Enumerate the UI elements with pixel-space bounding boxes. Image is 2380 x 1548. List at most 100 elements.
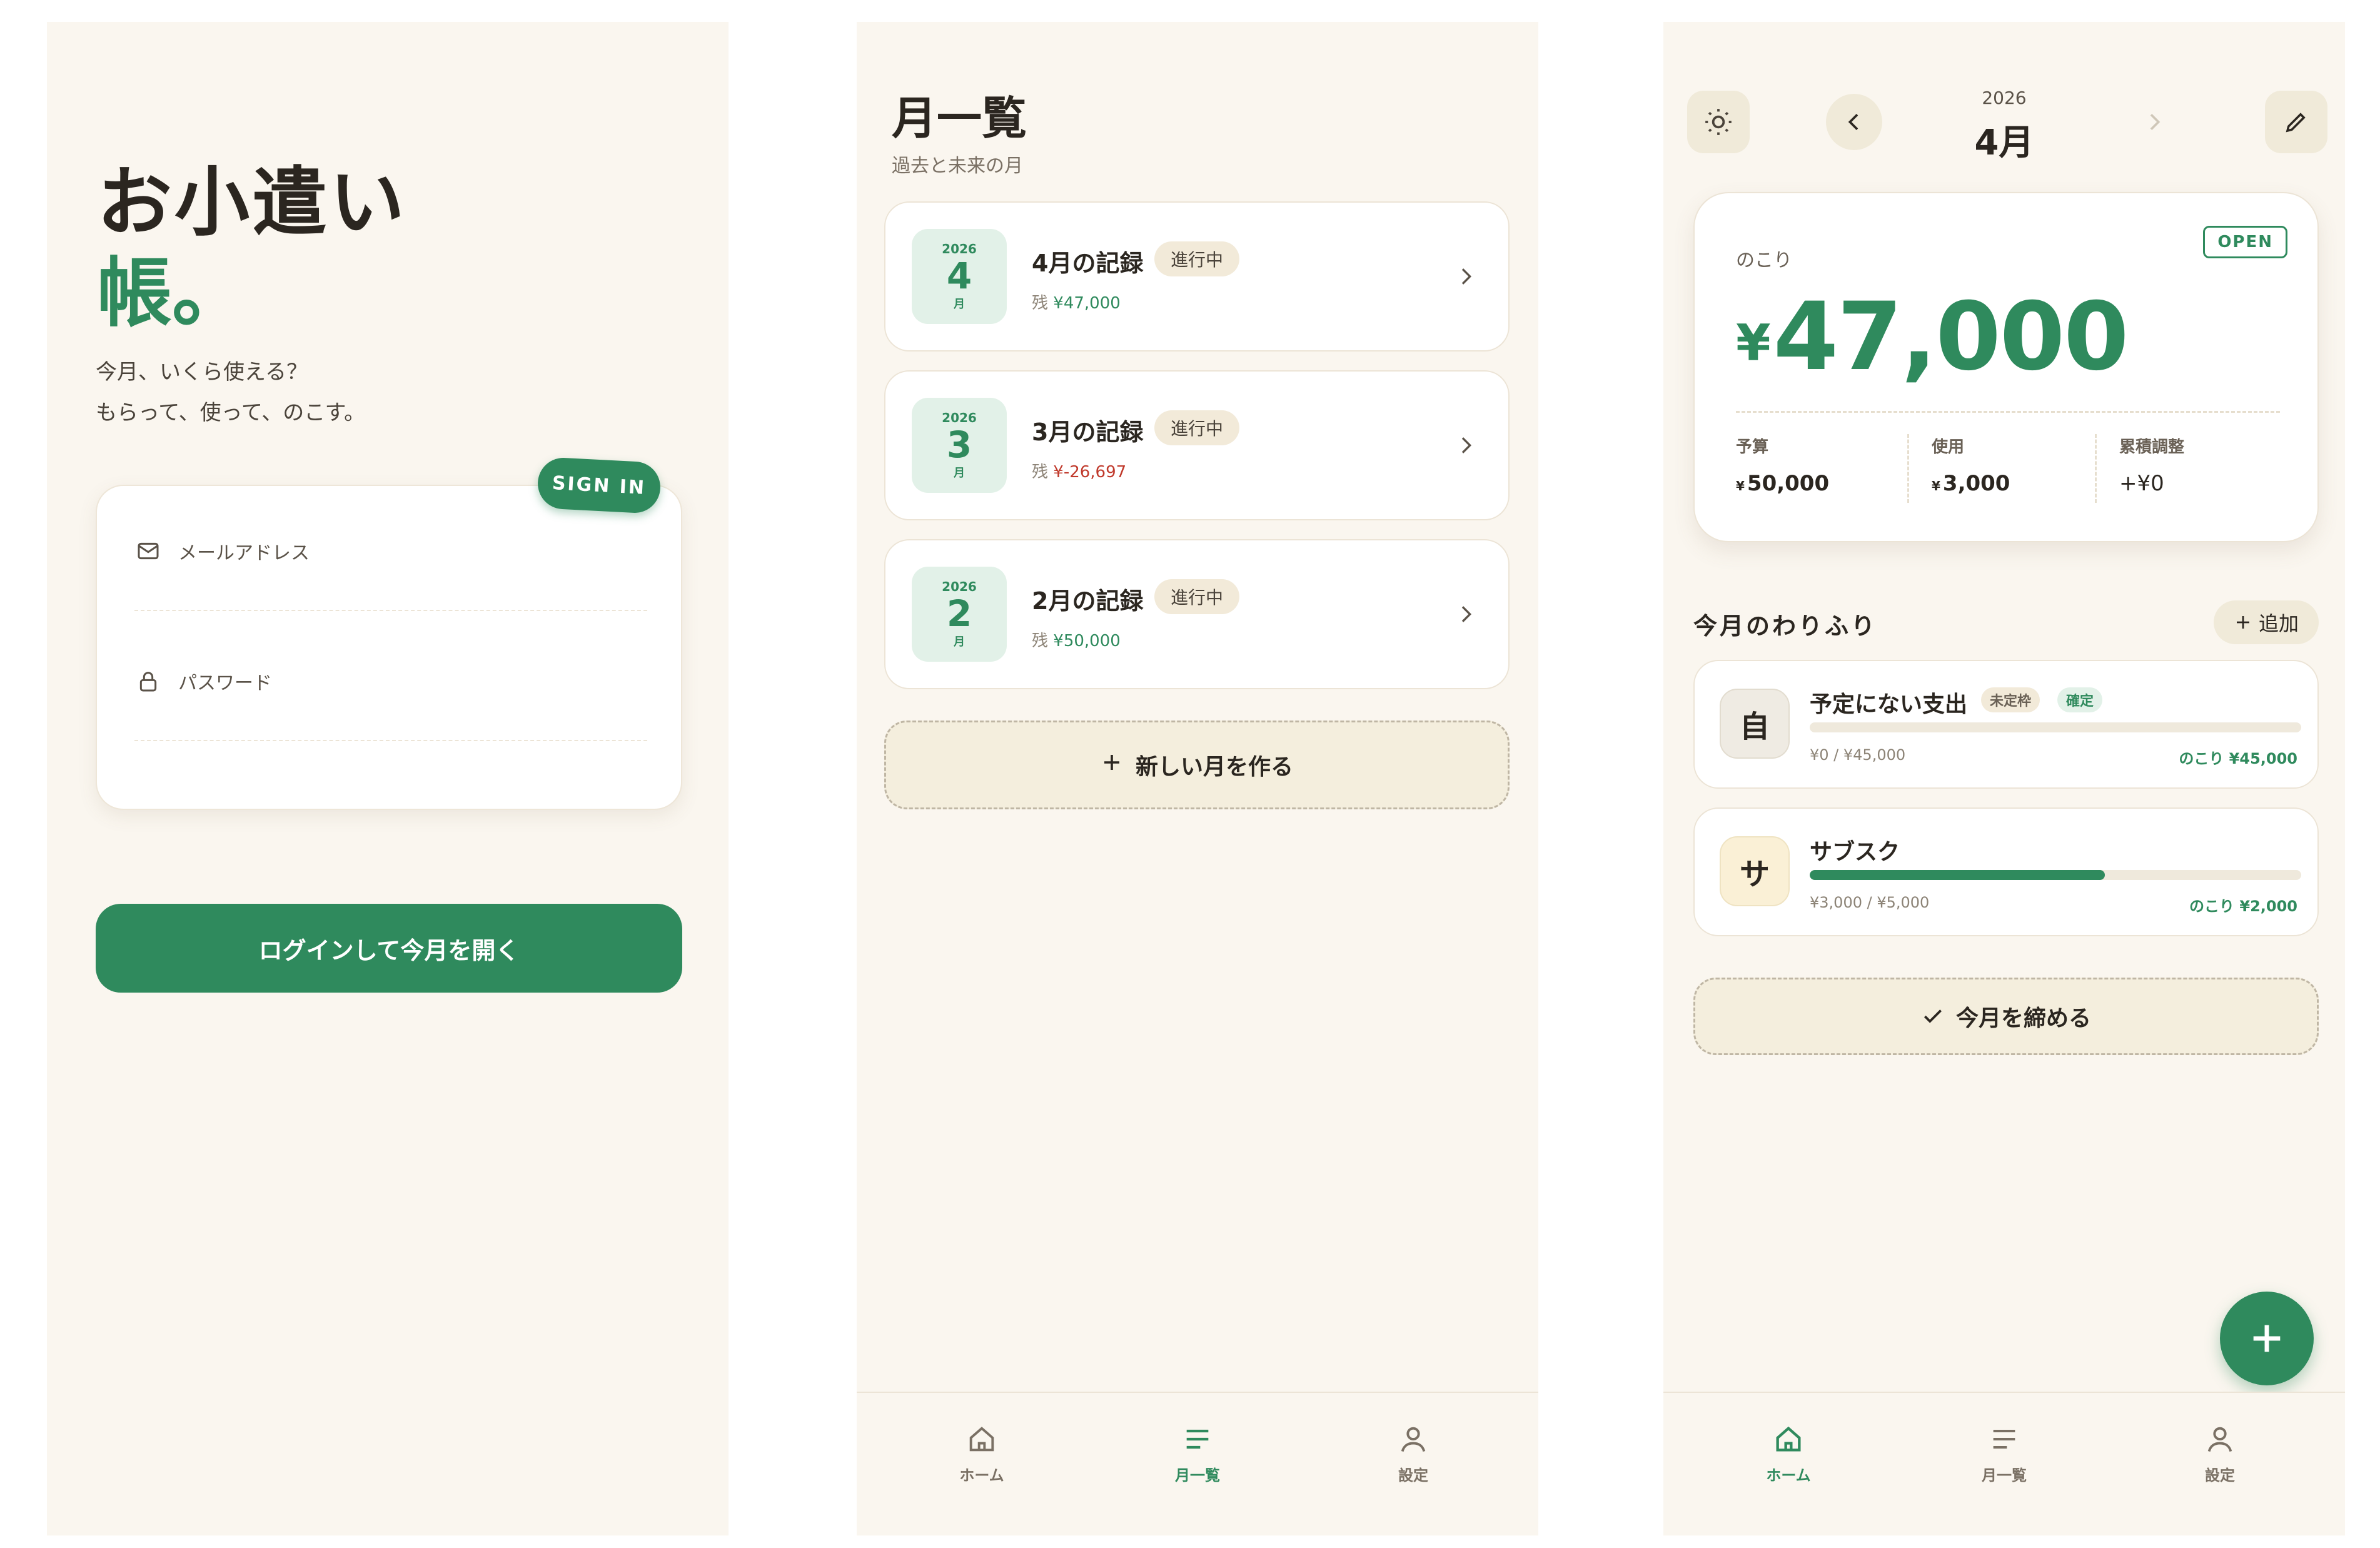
yen-symbol: ¥ — [1932, 478, 1940, 493]
new-month-button[interactable]: 新しい月を作る — [884, 721, 1510, 809]
category-remaining: のこり ¥2,000 — [2189, 898, 2297, 915]
date-tile: 2026 4 月 — [912, 229, 1007, 324]
month-card-february[interactable]: 2026 2 月 2月の記録 進行中 残 ¥50,000 — [884, 539, 1510, 689]
stat-label: 累積調整 — [2119, 438, 2185, 457]
new-month-label: 新しい月を作る — [1135, 754, 1293, 780]
month-balance: 残 ¥-26,697 — [1032, 459, 1126, 482]
adjust-value: +¥0 — [2119, 471, 2164, 496]
theme-toggle-button[interactable] — [1687, 91, 1750, 153]
pencil-icon — [2286, 113, 2306, 133]
login-screen: お小遣い 帳。 今月、いくら使える？ もらって、使って、のこす。 メールアドレス… — [47, 22, 729, 1535]
prev-month-button[interactable] — [1826, 94, 1882, 150]
status-badge: OPEN — [2203, 226, 2287, 258]
user-icon — [1401, 1427, 1426, 1452]
stat-label: 使用 — [1932, 438, 1965, 457]
close-month-label: 今月を締める — [1955, 1006, 2091, 1031]
summary-card: OPEN のこり ¥47,000 予算 ¥50,000 使用 ¥3,000 累積… — [1693, 192, 2319, 542]
month-card-title: 3月の記録 — [1032, 418, 1144, 446]
category-name: サブスク — [1810, 839, 1900, 865]
date-tile-unit: 月 — [954, 467, 965, 480]
balance-prefix: 残 — [1032, 632, 1049, 650]
used-value: 3,000 — [1942, 471, 2010, 496]
chevron-right-icon — [1453, 602, 1478, 629]
email-input[interactable] — [178, 567, 641, 599]
login-button[interactable]: ログインして今月を開く — [96, 904, 682, 993]
home-screen: 2026 4月 OPEN のこり ¥47,000 予算 ¥50,000 使用 ¥… — [1663, 22, 2345, 1535]
stat-budget: 予算 ¥50,000 — [1736, 434, 1911, 503]
date-tile-month: 2 — [946, 592, 972, 635]
stat-value: ¥50,000 — [1736, 471, 1911, 496]
category-card-subscription[interactable]: サ サブスク ¥3,000 / ¥5,000 のこり ¥2,000 — [1693, 807, 2319, 936]
date-tile: 2026 2 月 — [912, 567, 1007, 662]
nav-month-list[interactable]: 月一覧 — [1135, 1423, 1260, 1485]
app-title-accent: 帳。 — [97, 250, 247, 337]
balance-prefix: 残 — [1032, 463, 1049, 482]
sun-icon — [1705, 109, 1732, 135]
section-title: 今月のわりふり — [1693, 612, 1878, 640]
user-icon — [2207, 1427, 2232, 1452]
month-card-title: 4月の記録 — [1032, 250, 1144, 277]
balance-value: ¥47,000 — [1053, 294, 1121, 313]
balance-value: ¥50,000 — [1053, 632, 1121, 650]
password-field[interactable]: パスワード — [134, 629, 647, 741]
add-button-label: 追加 — [2258, 612, 2299, 635]
tag-unplanned: 未定枠 — [1981, 687, 2040, 712]
remaining-value: 47,000 — [1773, 283, 2129, 392]
password-input[interactable] — [178, 697, 641, 729]
nav-home-label: ホーム — [959, 1467, 1004, 1484]
add-expense-fab[interactable] — [2220, 1292, 2314, 1385]
status-badge: 進行中 — [1154, 579, 1240, 614]
date-tile-month: 4 — [946, 255, 972, 297]
edit-button[interactable] — [2265, 91, 2327, 153]
close-month-button[interactable]: 今月を締める — [1693, 978, 2319, 1055]
header-year: 2026 — [1982, 88, 2027, 108]
lock-icon — [134, 667, 162, 695]
progress-fill — [1810, 870, 2105, 880]
category-avatar: 自 — [1720, 689, 1790, 759]
chevron-right-icon — [2150, 114, 2161, 130]
nav-settings[interactable]: 設定 — [2157, 1423, 2282, 1485]
chevron-right-icon — [1453, 264, 1478, 291]
home-icon — [1776, 1426, 1801, 1452]
date-tile: 2026 3 月 — [912, 398, 1007, 493]
nav-home[interactable]: ホーム — [919, 1423, 1044, 1485]
category-used: ¥3,000 / ¥5,000 — [1810, 894, 1930, 911]
email-field[interactable]: メールアドレス — [134, 498, 647, 611]
list-icon — [1186, 1429, 1209, 1449]
check-icon — [1924, 1009, 1942, 1023]
category-card-unplanned[interactable]: 自 予定にない支出 未定枠 確定 ¥0 / ¥45,000 のこり ¥45,00… — [1693, 660, 2319, 789]
app-title: お小遣い — [97, 159, 407, 246]
progress-bar — [1810, 870, 2301, 880]
nav-month-list[interactable]: 月一覧 — [1942, 1423, 2067, 1485]
month-card-april[interactable]: 2026 4 月 4月の記録 進行中 残 ¥47,000 — [884, 201, 1510, 352]
nav-settings-label: 設定 — [2205, 1467, 2235, 1484]
page-title: 月一覧 — [892, 92, 1027, 144]
month-card-title: 2月の記録 — [1032, 587, 1144, 615]
date-tile-month: 3 — [946, 423, 972, 466]
date-tile-unit: 月 — [954, 635, 965, 649]
nav-home[interactable]: ホーム — [1726, 1423, 1851, 1485]
remaining-amount: ¥47,000 — [1736, 281, 2129, 400]
add-category-button[interactable]: 追加 — [2214, 600, 2319, 644]
password-label: パスワード — [178, 672, 272, 694]
next-month-button[interactable] — [2126, 94, 2182, 150]
email-label: メールアドレス — [178, 542, 310, 564]
category-used: ¥0 / ¥45,000 — [1810, 746, 1906, 764]
category-avatar: サ — [1720, 836, 1790, 906]
yen-symbol: ¥ — [1736, 478, 1745, 493]
yen-symbol: ¥ — [1736, 314, 1771, 372]
bottom-nav: ホーム 月一覧 設定 — [1663, 1392, 2345, 1535]
balance-prefix: 残 — [1032, 294, 1049, 313]
login-form-card: メールアドレス パスワード — [96, 485, 682, 810]
stat-used: 使用 ¥3,000 — [1907, 434, 2082, 503]
month-list-screen: 月一覧 過去と未来の月 2026 4 月 4月の記録 進行中 残 ¥47,000… — [857, 22, 1538, 1535]
list-icon — [1993, 1430, 2015, 1449]
stat-label: 予算 — [1736, 438, 1769, 457]
tag-confirmed: 確定 — [2057, 687, 2103, 712]
signin-badge: SIGN IN — [536, 456, 662, 515]
bottom-nav: ホーム 月一覧 設定 — [857, 1392, 1538, 1535]
plus-icon — [2236, 616, 2249, 629]
nav-settings[interactable]: 設定 — [1351, 1423, 1476, 1485]
stat-adjustment: 累積調整 +¥0 — [2095, 434, 2270, 503]
month-card-march[interactable]: 2026 3 月 3月の記録 進行中 残 ¥-26,697 — [884, 370, 1510, 520]
